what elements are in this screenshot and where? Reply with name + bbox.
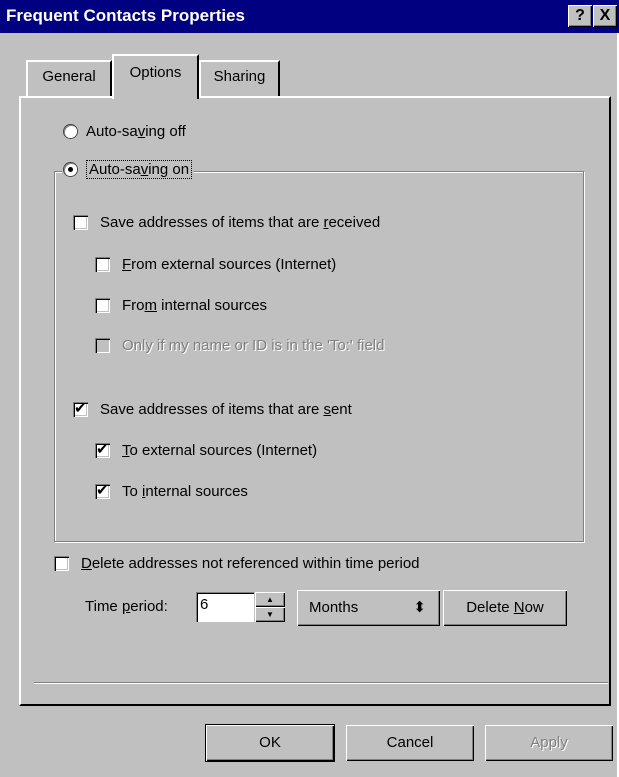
spin-up-icon[interactable]: ▲ — [255, 592, 285, 607]
save-sent-label: Save addresses of items that are sent — [100, 401, 352, 418]
time-period-input[interactable]: 6 — [196, 592, 254, 622]
only-if-to-field-option[interactable]: Only if my name or ID is in the 'To:' fi… — [95, 337, 385, 354]
delete-now-label: Delete Now — [466, 599, 544, 616]
ok-button[interactable]: OK — [206, 725, 334, 761]
time-unit-select[interactable]: Months ⬍ — [297, 590, 440, 626]
only-if-to-field-label: Only if my name or ID is in the 'To:' fi… — [122, 337, 385, 354]
sent-external-option[interactable]: To external sources (Internet) — [95, 440, 318, 459]
spin-down-icon[interactable]: ▼ — [255, 607, 285, 622]
only-if-to-field-checkbox[interactable] — [95, 338, 110, 353]
save-received-option[interactable]: Save addresses of items that are receive… — [73, 214, 380, 231]
sent-external-label: To external sources (Internet) — [122, 442, 318, 459]
save-received-label: Save addresses of items that are receive… — [100, 214, 381, 231]
delete-now-button[interactable]: Delete Now — [443, 590, 567, 626]
delete-unreferenced-option[interactable]: Delete addresses not referenced within t… — [54, 555, 420, 572]
sent-internal-label: To internal sources — [122, 483, 248, 500]
apply-label: Apply — [530, 734, 568, 751]
time-period-label: Time period: — [85, 598, 168, 615]
help-button[interactable]: ? — [568, 5, 592, 27]
received-internal-label: From internal sources — [122, 297, 268, 314]
apply-button[interactable]: Apply — [485, 725, 613, 761]
sent-external-checkbox[interactable] — [95, 440, 110, 458]
window-title: Frequent Contacts Properties — [6, 6, 245, 25]
auto-saving-off-radio[interactable] — [64, 125, 77, 138]
close-button[interactable]: X — [593, 5, 617, 27]
properties-dialog: Frequent Contacts Properties ? X General… — [0, 0, 619, 777]
tab-options[interactable]: Options — [112, 54, 199, 99]
received-internal-option[interactable]: From internal sources — [95, 297, 267, 314]
tab-sharing[interactable]: Sharing — [199, 60, 280, 96]
cancel-button[interactable]: Cancel — [346, 725, 474, 761]
save-sent-checkbox[interactable] — [73, 399, 88, 417]
received-external-option[interactable]: From external sources (Internet) — [95, 256, 336, 273]
divider — [34, 682, 608, 684]
delete-unreferenced-checkbox[interactable] — [54, 556, 69, 571]
delete-unreferenced-label: Delete addresses not referenced within t… — [81, 555, 420, 572]
auto-saving-off-option[interactable]: Auto-saving off — [64, 123, 186, 140]
sent-internal-option[interactable]: To internal sources — [95, 481, 248, 500]
time-period-spinner[interactable]: ▲ ▼ — [255, 592, 285, 622]
sent-internal-checkbox[interactable] — [95, 481, 110, 499]
title-bar: Frequent Contacts Properties ? X — [0, 0, 619, 33]
received-external-label: From external sources (Internet) — [122, 256, 337, 273]
auto-saving-on-label: Auto-saving on — [86, 160, 193, 179]
received-internal-checkbox[interactable] — [95, 298, 110, 313]
tab-general[interactable]: General — [26, 60, 112, 96]
save-received-checkbox[interactable] — [73, 215, 88, 230]
save-sent-option[interactable]: Save addresses of items that are sent — [73, 399, 352, 418]
received-external-checkbox[interactable] — [95, 257, 110, 272]
auto-saving-off-label: Auto-saving off — [86, 123, 186, 140]
auto-saving-on-radio[interactable] — [64, 163, 77, 176]
updown-arrows-icon: ⬍ — [413, 599, 426, 616]
auto-saving-on-option[interactable]: Auto-saving on — [62, 160, 195, 179]
time-unit-value: Months — [309, 599, 359, 616]
